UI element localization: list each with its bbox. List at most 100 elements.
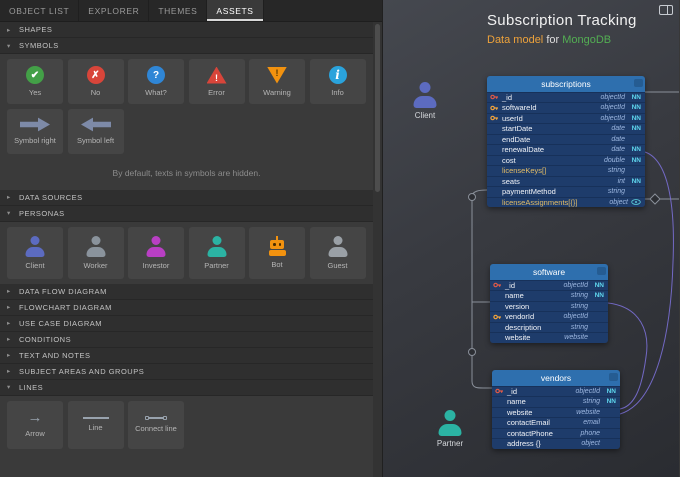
section-header-data-flow-diagram[interactable]: ▸ DATA FLOW DIAGRAM <box>0 283 373 300</box>
scrollbar-thumb[interactable] <box>375 24 380 192</box>
tab-themes[interactable]: THEMES <box>149 0 208 21</box>
diamond-marker <box>649 193 661 205</box>
field-row[interactable]: _id objectId NN <box>492 385 620 397</box>
persona-tile-client[interactable]: Client <box>7 226 63 279</box>
asset-tile-warning[interactable]: ! Warning <box>249 59 305 104</box>
field-name: contactPhone <box>507 428 553 438</box>
asset-tile-info[interactable]: i Info <box>309 59 366 104</box>
section-header-symbols[interactable]: ▾ SYMBOLS <box>0 38 373 54</box>
field-row[interactable]: contactPhone phone <box>492 427 620 439</box>
section-header-conditions[interactable]: ▸ CONDITIONS <box>0 331 373 348</box>
panel-toggle-icon[interactable] <box>659 5 673 15</box>
field-type: date <box>611 135 625 143</box>
entity-header[interactable]: software <box>490 264 608 280</box>
field-nn-flag: NN <box>631 156 641 164</box>
persona-label: Partner <box>436 439 464 448</box>
section-label: DATA SOURCES <box>19 192 83 202</box>
field-row[interactable]: seats int NN <box>487 175 645 187</box>
tab-assets[interactable]: ASSETS <box>207 0 264 21</box>
entity-vendors[interactable]: vendors _id objectId NN name string NN w… <box>492 370 620 449</box>
chevron-down-icon: ▾ <box>7 210 11 217</box>
tab-object-list[interactable]: OBJECT LIST <box>0 0 80 21</box>
field-row[interactable]: website website <box>490 332 608 343</box>
section-header-lines[interactable]: ▾ LINES <box>0 379 373 396</box>
field-row[interactable]: softwareId objectId NN <box>487 102 645 113</box>
tile-label: Symbol right <box>14 136 56 145</box>
field-row[interactable]: paymentMethod string <box>487 186 645 197</box>
entity-subscriptions[interactable]: subscriptions _id objectId NN softwareId… <box>487 76 645 207</box>
field-row[interactable]: endDate date <box>487 133 645 145</box>
field-type: double <box>603 156 625 164</box>
field-row[interactable]: contactEmail email <box>492 417 620 428</box>
field-nn-flag: NN <box>594 292 604 300</box>
section-header-shapes[interactable]: ▸ SHAPES <box>0 22 373 38</box>
tile-label: Guest <box>327 260 348 270</box>
tile-label: Partner <box>204 260 229 270</box>
lines-tile-connect-line[interactable]: Connect line <box>128 400 184 449</box>
field-row[interactable]: website website <box>492 406 620 418</box>
entity-collapse-button[interactable] <box>609 372 618 381</box>
asset-tile-error[interactable]: ! Error <box>188 59 245 104</box>
panel-tabbar: OBJECT LIST EXPLORER THEMES ASSETS <box>0 0 382 22</box>
field-row[interactable]: _id objectId NN <box>487 91 645 103</box>
section-header-flowchart-diagram[interactable]: ▸ FLOWCHART DIAGRAM <box>0 299 373 316</box>
foreign-key-icon <box>493 313 502 321</box>
field-nn-flag: NN <box>594 281 604 289</box>
asset-tile-yes[interactable]: ✔ Yes <box>7 59 63 104</box>
panel-scrollbar[interactable] <box>373 22 382 477</box>
field-row[interactable]: licenseAssignments[{}] object <box>487 196 645 208</box>
field-name: _id <box>502 92 513 102</box>
persona-tile-investor[interactable]: Investor <box>128 226 184 279</box>
primary-key-icon <box>490 93 499 101</box>
section-header-personas[interactable]: ▾ PERSONAS <box>0 205 373 222</box>
field-row[interactable]: name string NN <box>490 290 608 301</box>
field-row[interactable]: renewalDate date NN <box>487 144 645 155</box>
entity-header[interactable]: subscriptions <box>487 76 645 92</box>
asset-tile-symbol-right[interactable]: Symbol right <box>7 108 63 154</box>
entity-title: vendors <box>540 373 572 383</box>
field-row[interactable]: licenseKeys[] string <box>487 165 645 176</box>
field-type: phone <box>580 429 600 437</box>
field-row[interactable]: name string NN <box>492 396 620 407</box>
asset-tile-symbol-left[interactable]: Symbol left <box>67 108 124 154</box>
field-row[interactable]: userId objectId NN <box>487 112 645 124</box>
field-row[interactable]: _id objectId NN <box>490 279 608 291</box>
primary-key-icon <box>493 281 502 289</box>
asset-tile-what[interactable]: ? What? <box>128 59 184 104</box>
tab-explorer[interactable]: EXPLORER <box>79 0 150 21</box>
entity-collapse-button[interactable] <box>634 78 643 87</box>
persona-tile-partner[interactable]: Partner <box>188 226 245 279</box>
section-header-subject-areas-and-groups[interactable]: ▸ SUBJECT AREAS AND GROUPS <box>0 363 373 380</box>
section-header-use-case-diagram[interactable]: ▸ USE CASE DIAGRAM <box>0 315 373 332</box>
tile-label: Worker <box>83 260 108 270</box>
tile-label: Line <box>88 423 103 432</box>
canvas-persona-client[interactable]: Client <box>409 82 441 120</box>
lines-tile-arrow[interactable]: → Arrow <box>7 400 63 449</box>
subtitle-brand: MongoDB <box>562 34 612 46</box>
section-header-text-and-notes[interactable]: ▸ TEXT AND NOTES <box>0 347 373 364</box>
lines-tile-line[interactable]: Line <box>67 400 124 449</box>
persona-tile-bot[interactable]: Bot <box>249 226 305 279</box>
field-row[interactable]: description string <box>490 321 608 333</box>
section-header-data-sources[interactable]: ▸ DATA SOURCES <box>0 189 373 206</box>
asset-tile-no[interactable]: ✗ No <box>67 59 124 104</box>
field-row[interactable]: vendorId objectId <box>490 311 608 322</box>
entity-header[interactable]: vendors <box>492 370 620 386</box>
entity-collapse-button[interactable] <box>597 266 606 275</box>
section-label: SUBJECT AREAS AND GROUPS <box>19 366 145 376</box>
persona-tile-worker[interactable]: Worker <box>67 226 124 279</box>
field-type: objectId <box>563 281 588 289</box>
connect-line-icon <box>145 416 167 420</box>
canvas-persona-partner[interactable]: Partner <box>434 410 466 448</box>
persona-tile-guest[interactable]: Guest <box>309 226 366 279</box>
field-row[interactable]: startDate date NN <box>487 123 645 134</box>
check-circle-icon: ✔ <box>26 66 44 84</box>
field-row[interactable]: version string <box>490 300 608 312</box>
field-row[interactable]: address {} object <box>492 438 620 449</box>
entity-software[interactable]: software _id objectId NN name string NN <box>490 264 608 343</box>
diagram-canvas[interactable]: Subscription Tracking Data model for Mon… <box>383 0 679 477</box>
entity-fields: _id objectId NN softwareId objectId NN u… <box>487 91 645 208</box>
chevron-down-icon: ▾ <box>7 384 11 391</box>
chevron-right-icon: ▸ <box>7 194 11 201</box>
field-row[interactable]: cost double NN <box>487 154 645 166</box>
